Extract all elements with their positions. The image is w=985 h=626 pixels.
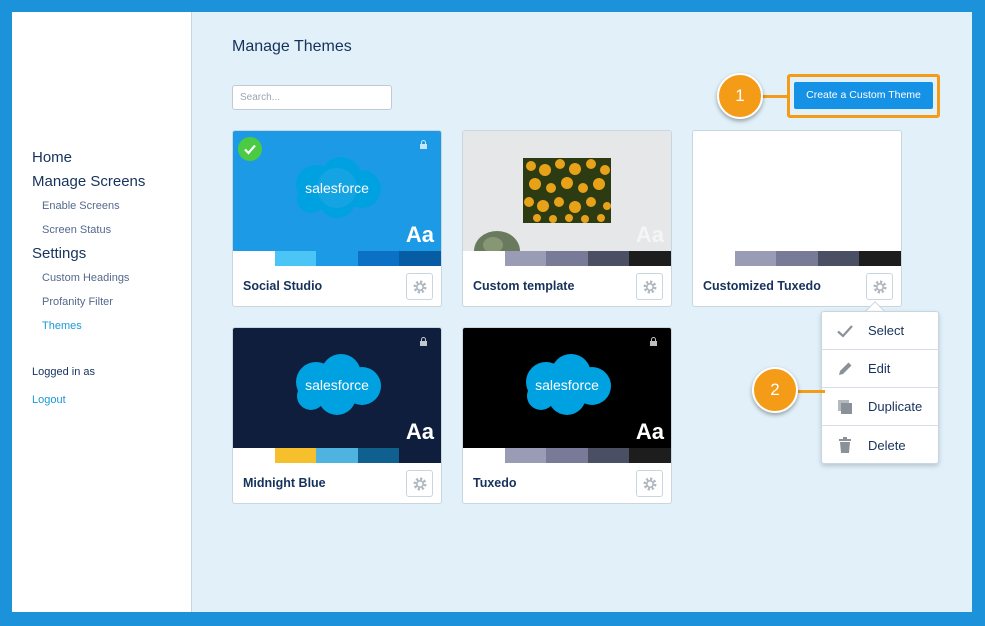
sidebar-item-enable-screens[interactable]: Enable Screens — [32, 194, 145, 218]
theme-name: Custom template — [473, 279, 575, 293]
theme-settings-button[interactable] — [866, 273, 893, 300]
salesforce-logo-text: salesforce — [305, 180, 369, 196]
salesforce-logo-text: salesforce — [305, 377, 369, 393]
callout-badge-1: 1 — [717, 73, 763, 119]
color-swatches — [463, 448, 671, 463]
color-swatches — [463, 251, 671, 266]
menu-item-delete[interactable]: Delete — [822, 426, 938, 464]
lock-icon — [420, 140, 427, 149]
selected-check-icon — [238, 137, 262, 161]
color-swatches — [233, 251, 441, 266]
callout-connector — [795, 390, 825, 393]
menu-item-edit[interactable]: Edit — [822, 350, 938, 388]
logout-link[interactable]: Logout — [32, 394, 66, 406]
gear-icon — [643, 280, 656, 293]
create-button-highlight: Create a Custom Theme — [787, 74, 940, 118]
color-swatches — [693, 251, 901, 266]
sidebar-item-settings[interactable]: Settings — [32, 242, 145, 266]
theme-card-custom-template[interactable]: Aa Custom template — [462, 130, 672, 307]
menu-item-select[interactable]: Select — [822, 312, 938, 350]
sidebar-item-profanity-filter[interactable]: Profanity Filter — [32, 290, 145, 314]
pencil-icon — [839, 362, 852, 375]
theme-preview: salesforce Aa — [463, 328, 671, 448]
theme-settings-button[interactable] — [406, 470, 433, 497]
theme-name: Midnight Blue — [243, 476, 326, 490]
sidebar-nav: Home Manage Screens Enable Screens Scree… — [32, 146, 145, 338]
theme-preview: salesforce Aa — [233, 131, 441, 251]
salesforce-logo: salesforce — [526, 354, 611, 415]
font-sample-label: Aa — [405, 419, 434, 444]
font-sample-label: Aa — [405, 222, 434, 247]
check-icon — [837, 324, 853, 338]
salesforce-logo: salesforce — [296, 354, 381, 415]
lock-icon — [420, 337, 427, 346]
theme-name: Social Studio — [243, 279, 323, 293]
sidebar-item-home[interactable]: Home — [32, 146, 145, 170]
page-title: Manage Themes — [232, 38, 352, 55]
plant-image — [474, 231, 520, 251]
sidebar: Home Manage Screens Enable Screens Scree… — [12, 12, 192, 612]
logged-in-label: Logged in as — [32, 366, 95, 378]
menu-item-label: Duplicate — [868, 399, 923, 414]
font-sample-label: Aa — [635, 419, 664, 444]
salesforce-logo-text: salesforce — [535, 377, 599, 393]
search-input[interactable] — [232, 85, 392, 110]
create-custom-theme-button[interactable]: Create a Custom Theme — [794, 82, 933, 109]
theme-card-tuxedo[interactable]: salesforce Aa Tuxedo — [462, 327, 672, 504]
theme-settings-button[interactable] — [636, 470, 663, 497]
theme-preview: salesforce Aa — [233, 328, 441, 448]
duplicate-icon — [838, 399, 852, 414]
theme-preview — [693, 131, 901, 251]
flower-image — [523, 158, 611, 223]
theme-settings-button[interactable] — [636, 273, 663, 300]
theme-context-menu: Select Edit Duplicate Delete — [821, 311, 939, 464]
menu-item-label: Delete — [868, 437, 906, 453]
gear-icon — [413, 280, 426, 293]
gear-icon — [413, 477, 426, 490]
sidebar-item-screen-status[interactable]: Screen Status — [32, 218, 145, 242]
theme-card-midnight-blue[interactable]: salesforce Aa Midnight Blue — [232, 327, 442, 504]
font-sample-label: Aa — [635, 222, 664, 247]
callout-badge-2: 2 — [752, 367, 798, 413]
sidebar-item-manage-screens[interactable]: Manage Screens — [32, 170, 145, 194]
theme-card-social-studio[interactable]: salesforce Aa Social Studio — [232, 130, 442, 307]
gear-icon — [643, 477, 656, 490]
theme-settings-button[interactable] — [406, 273, 433, 300]
menu-item-label: Edit — [868, 361, 891, 376]
theme-name: Customized Tuxedo — [703, 279, 821, 293]
menu-item-label: Select — [868, 323, 905, 338]
sidebar-item-custom-headings[interactable]: Custom Headings — [32, 266, 145, 290]
menu-item-duplicate[interactable]: Duplicate — [822, 388, 938, 426]
color-swatches — [233, 448, 441, 463]
theme-name: Tuxedo — [473, 476, 517, 490]
theme-card-customized-tuxedo[interactable]: Customized Tuxedo — [692, 130, 902, 307]
lock-icon — [650, 337, 657, 346]
app-frame: Home Manage Screens Enable Screens Scree… — [12, 12, 972, 612]
gear-icon — [873, 280, 886, 293]
theme-preview: Aa — [463, 131, 671, 251]
trash-icon — [839, 437, 851, 453]
sidebar-item-themes[interactable]: Themes — [32, 314, 145, 338]
salesforce-logo: salesforce — [296, 157, 381, 218]
